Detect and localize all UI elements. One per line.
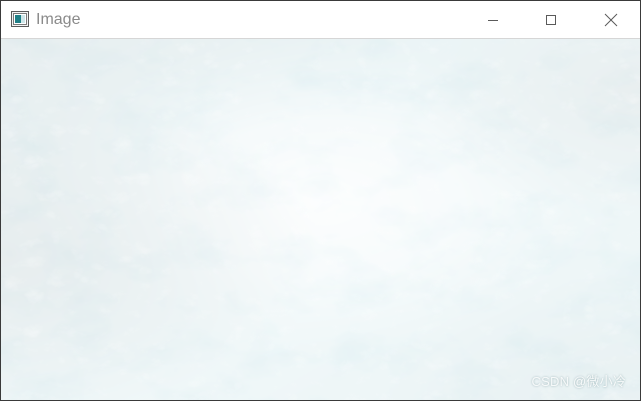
minimize-button[interactable] bbox=[464, 1, 522, 38]
title-bar[interactable]: Image bbox=[1, 1, 640, 39]
close-icon bbox=[604, 13, 618, 27]
minimize-icon bbox=[487, 14, 499, 26]
image-window-icon bbox=[11, 11, 29, 27]
maximize-icon bbox=[545, 14, 557, 26]
ocean-water-image bbox=[1, 39, 640, 400]
window-title: Image bbox=[36, 11, 81, 28]
close-button[interactable] bbox=[582, 1, 640, 38]
image-canvas: CSDN @微小冷 bbox=[1, 39, 640, 400]
image-window: Image CSDN @微小冷 bbox=[0, 0, 641, 401]
watermark: CSDN @微小冷 bbox=[531, 374, 626, 389]
maximize-button[interactable] bbox=[522, 1, 580, 38]
